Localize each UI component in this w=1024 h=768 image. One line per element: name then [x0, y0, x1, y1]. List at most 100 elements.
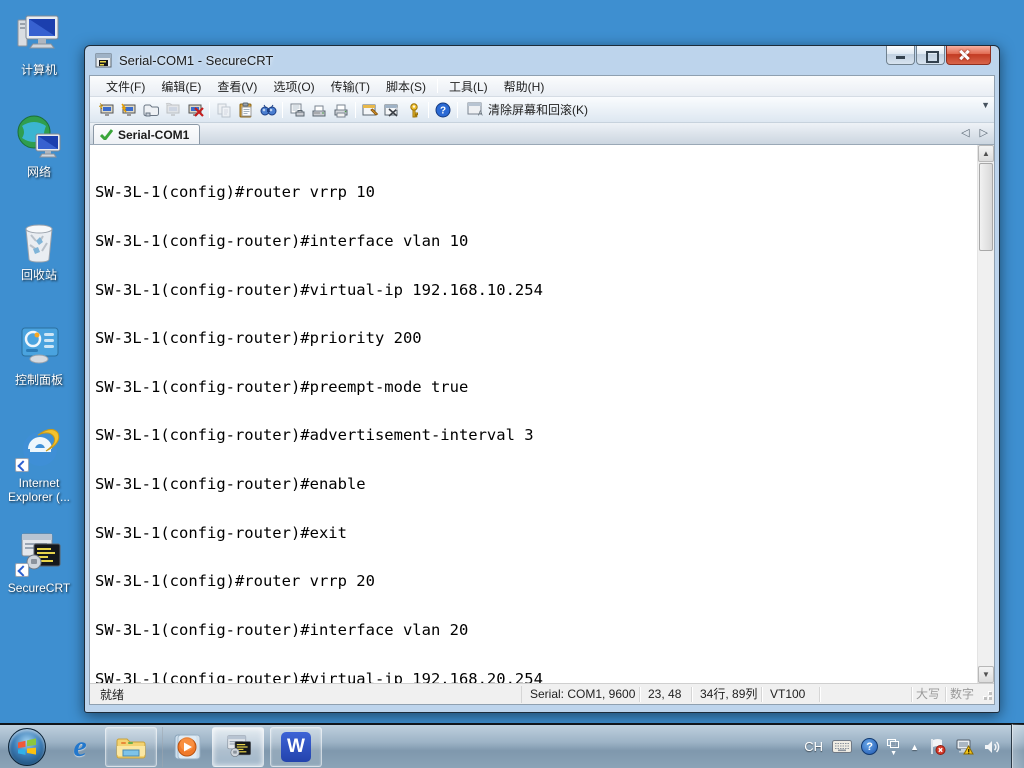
taskbar-media-player[interactable] — [168, 727, 206, 767]
desktop-icon-recycle-bin[interactable]: 回收站 — [0, 215, 78, 282]
connect-in-tab-icon[interactable] — [140, 100, 162, 120]
show-desktop-button[interactable] — [1011, 724, 1024, 768]
help-tray-icon[interactable]: ? — [861, 738, 879, 755]
network-status-icon[interactable] — [955, 738, 974, 755]
print-preview-icon[interactable] — [286, 100, 308, 120]
menu-file[interactable]: 文件(F) — [98, 76, 153, 97]
desktop-icon-label: 控制面板 — [14, 373, 63, 387]
title-bar[interactable]: Serial-COM1 - SecureCRT — [89, 46, 995, 75]
taskbar-securecrt[interactable] — [212, 726, 264, 767]
find-icon[interactable] — [257, 100, 279, 120]
scrollbar-track[interactable] — [978, 252, 994, 666]
terminal-line: SW-3L-1(config-router)#exit — [95, 523, 347, 542]
tab-bar: Serial-COM1 ◁ ▷ — [90, 123, 994, 145]
desktop-icon-internet-explorer[interactable]: Internet Explorer (... — [0, 423, 78, 504]
print-icon[interactable] — [330, 100, 352, 120]
securecrt-icon — [14, 528, 64, 578]
menu-help[interactable]: 帮助(H) — [496, 76, 553, 97]
keyboard-layout-icon[interactable] — [832, 740, 853, 753]
terminal-line: SW-3L-1(config-router)#advertisement-int… — [95, 426, 534, 445]
windows-logo-icon — [18, 737, 36, 755]
maximize-button[interactable] — [916, 46, 945, 65]
menu-transfer[interactable]: 传输(T) — [323, 76, 378, 97]
status-cursor-position: 23, 48 — [640, 686, 692, 702]
toolbar-divider — [457, 101, 458, 118]
disconnect-icon[interactable] — [184, 100, 206, 120]
control-panel-icon — [14, 320, 64, 370]
clear-screen-icon: A — [467, 102, 483, 117]
scroll-down-icon[interactable]: ▼ — [978, 666, 994, 683]
taskbar-windows-explorer[interactable] — [105, 726, 157, 767]
toolbar-divider — [282, 101, 283, 118]
securecrt-icon — [227, 734, 251, 757]
session-properties-icon[interactable] — [359, 100, 381, 120]
quick-connect-icon[interactable] — [96, 100, 118, 120]
volume-icon[interactable] — [983, 739, 1001, 755]
tab-scroll-left-icon[interactable]: ◁ — [961, 126, 969, 139]
tab-label: Serial-COM1 — [118, 127, 190, 142]
desktop-icon-computer[interactable]: 计算机 — [0, 10, 78, 77]
media-player-icon — [174, 734, 201, 759]
menu-view[interactable]: 查看(V) — [209, 76, 265, 97]
print-setup-icon[interactable] — [308, 100, 330, 120]
computer-icon — [14, 10, 64, 60]
taskbar-internet-explorer[interactable]: e — [61, 727, 99, 767]
toolbar-divider — [428, 101, 429, 118]
vertical-scrollbar[interactable]: ▲ ▼ — [977, 145, 994, 683]
terminal-line: SW-3L-1(config-router)#interface vlan 10 — [95, 232, 469, 251]
close-button[interactable] — [946, 46, 991, 65]
show-hidden-icons-button[interactable]: ▲ — [910, 742, 919, 752]
tab-scroll-right-icon[interactable]: ▷ — [980, 126, 988, 139]
terminal-line: SW-3L-1(config)#router vrrp 10 — [95, 183, 375, 202]
key-agent-icon[interactable] — [403, 100, 425, 120]
global-options-icon[interactable] — [381, 100, 403, 120]
taskbar-divider — [162, 726, 163, 767]
status-ready: 就绪 — [90, 685, 522, 703]
resize-grip[interactable] — [980, 687, 994, 702]
taskbar-wps-writer[interactable]: W — [270, 726, 322, 767]
app-icon — [95, 53, 112, 67]
connect-icon[interactable] — [118, 100, 140, 120]
menu-bar: 文件(F) 编辑(E) 查看(V) 选项(O) 传输(T) 脚本(S) 工具(L… — [90, 76, 994, 97]
scrollbar-thumb[interactable] — [979, 163, 993, 251]
connected-check-icon — [100, 129, 113, 140]
desktop-icon-securecrt[interactable]: SecureCRT — [0, 528, 78, 595]
terminal-output[interactable]: SW-3L-1(config)#router vrrp 10 SW-3L-1(c… — [90, 145, 977, 683]
svg-text:?: ? — [440, 105, 446, 116]
start-button[interactable] — [8, 727, 46, 766]
terminal-line: SW-3L-1(config-router)#interface vlan 20 — [95, 620, 469, 639]
status-blank — [820, 686, 912, 702]
toolbar-divider — [355, 101, 356, 118]
minimize-button[interactable] — [886, 46, 915, 65]
scroll-up-icon[interactable]: ▲ — [978, 145, 994, 162]
toolbar-divider — [209, 101, 210, 118]
copy-icon[interactable] — [213, 100, 235, 120]
terminal-line: SW-3L-1(config-router)#virtual-ip 192.16… — [95, 280, 543, 299]
internet-explorer-icon: e — [73, 729, 87, 763]
restore-windows-icon[interactable]: ▼ — [887, 738, 901, 757]
help-icon[interactable]: ? — [432, 100, 454, 120]
input-language-indicator[interactable]: CH — [804, 739, 823, 754]
desktop-icon-network[interactable]: 网络 — [0, 112, 78, 179]
terminal-area: SW-3L-1(config)#router vrrp 10 SW-3L-1(c… — [90, 145, 994, 683]
shortcut-arrow-icon — [15, 563, 29, 577]
toolbar-overflow-icon[interactable]: ▼ — [981, 101, 990, 110]
reconnect-icon[interactable] — [162, 100, 184, 120]
desktop: 计算机 网络 回收站 控制面板 Internet Explorer (... S… — [0, 0, 1024, 768]
desktop-icon-control-panel[interactable]: 控制面板 — [0, 320, 78, 387]
tab-serial-com1[interactable]: Serial-COM1 — [93, 124, 201, 144]
terminal-line: SW-3L-1(config)#router vrrp 20 — [95, 572, 375, 591]
menu-script[interactable]: 脚本(S) — [378, 76, 434, 97]
clear-screen-button[interactable]: A 清除屏幕和回滚(K) — [461, 99, 594, 120]
menu-edit[interactable]: 编辑(E) — [153, 76, 209, 97]
action-center-icon[interactable] — [928, 738, 946, 755]
paste-icon[interactable] — [235, 100, 257, 120]
folder-icon — [116, 738, 146, 758]
status-bar: 就绪 Serial: COM1, 9600 23, 48 34行, 89列 VT… — [90, 683, 994, 704]
menu-tools[interactable]: 工具(L) — [441, 76, 496, 97]
taskbar: e W CH ? ▼ ▲ — [0, 723, 1024, 768]
shortcut-arrow-icon — [15, 458, 29, 472]
desktop-icon-label: SecureCRT — [7, 581, 71, 595]
desktop-icon-label: 网络 — [26, 165, 51, 179]
menu-options[interactable]: 选项(O) — [265, 76, 322, 97]
